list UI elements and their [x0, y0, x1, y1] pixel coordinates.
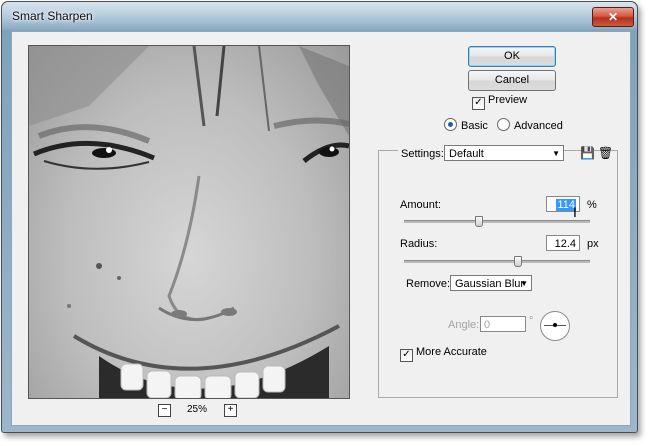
radius-value: 12.4 — [554, 238, 576, 250]
radio-basic-label: Basic — [461, 120, 488, 132]
more-accurate-row[interactable]: ✓ More Accurate — [400, 346, 487, 362]
radio-advanced[interactable]: Advanced — [496, 118, 563, 132]
radio-basic[interactable]: Basic — [444, 118, 488, 132]
zoom-level: 25% — [187, 404, 208, 415]
title-bar[interactable]: Smart Sharpen ✕ — [2, 2, 637, 30]
angle-input[interactable]: 0 — [480, 316, 526, 332]
window-title: Smart Sharpen — [12, 9, 93, 23]
more-accurate-label: More Accurate — [416, 346, 487, 358]
dialog-window: Smart Sharpen ✕ − 25% + OK Cancel ✓ Prev… — [1, 1, 638, 433]
angle-unit: ° — [529, 315, 534, 327]
zoom-out-button[interactable]: − — [158, 404, 171, 417]
angle-dial[interactable] — [540, 311, 570, 341]
amount-slider-track[interactable] — [404, 220, 590, 223]
close-button[interactable]: ✕ — [592, 7, 634, 27]
preview-checkbox-label: Preview — [488, 94, 528, 106]
amount-unit: % — [587, 199, 597, 211]
mode-radio-group: Basic Advanced — [444, 118, 569, 132]
amount-slider-thumb[interactable] — [474, 216, 483, 227]
radio-advanced-indicator[interactable] — [496, 118, 510, 131]
chevron-down-icon: ▼ — [552, 149, 560, 158]
remove-label: Remove: — [406, 278, 451, 290]
minus-icon: − — [161, 404, 168, 415]
amount-label: Amount: — [400, 199, 441, 211]
radio-advanced-label: Advanced — [513, 120, 563, 132]
remove-value: Gaussian Blur — [455, 278, 525, 290]
trash-icon[interactable]: 🗑 — [598, 146, 613, 160]
dialog-client-area: − 25% + OK Cancel ✓ Preview Basic Advance… — [11, 31, 631, 426]
zoom-in-button[interactable]: + — [224, 404, 237, 417]
angle-value: 0 — [484, 319, 491, 331]
preview-pane[interactable] — [28, 45, 350, 399]
radius-label: Radius: — [400, 238, 438, 250]
save-settings-icon[interactable]: 💾 — [580, 146, 595, 160]
preview-checkbox-row[interactable]: ✓ Preview — [472, 94, 527, 110]
radius-input[interactable]: 12.4 — [546, 235, 580, 251]
text-cursor-icon: I — [573, 204, 577, 220]
angle-label: Angle: — [448, 319, 480, 331]
plus-icon: + — [227, 404, 234, 415]
chevron-down-icon: ▼ — [520, 279, 528, 288]
settings-value: Default — [449, 148, 484, 160]
radius-slider-track[interactable] — [404, 260, 590, 263]
settings-label: Settings: — [398, 148, 447, 160]
close-icon: ✕ — [607, 10, 619, 24]
settings-select[interactable]: Default ▼ — [444, 145, 564, 161]
remove-select[interactable]: Gaussian Blur ▼ — [450, 275, 532, 291]
cancel-button[interactable]: Cancel — [468, 70, 556, 91]
more-accurate-checkbox[interactable]: ✓ — [400, 349, 413, 362]
radio-basic-indicator[interactable] — [444, 118, 457, 131]
preview-checkbox[interactable]: ✓ — [472, 97, 485, 110]
radius-unit: px — [587, 238, 599, 250]
radius-slider-thumb[interactable] — [513, 256, 522, 267]
ok-button[interactable]: OK — [468, 46, 556, 67]
preview-image — [29, 46, 349, 398]
